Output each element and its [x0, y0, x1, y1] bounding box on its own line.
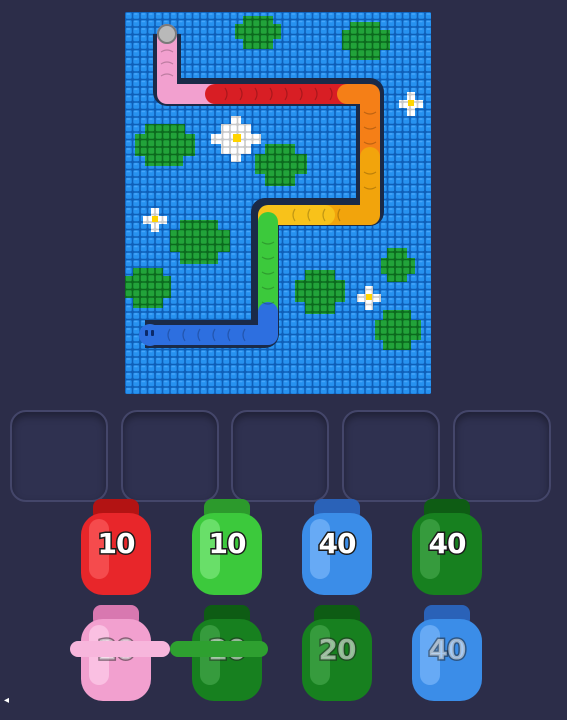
slot-1[interactable] [10, 410, 108, 502]
jar-red-10[interactable]: 10 [77, 499, 155, 595]
jar-count: 10 [207, 526, 248, 562]
jar-grid: 10 10 40 40 20 40 ◂ [0, 495, 567, 720]
jar-count: 40 [427, 526, 468, 562]
jar-green-10[interactable]: 10 [188, 499, 266, 595]
snake-head[interactable] [139, 324, 161, 346]
jar-count: 10 [96, 526, 137, 562]
slot-4[interactable] [342, 410, 440, 502]
slot-3[interactable] [231, 410, 329, 502]
jar-count: 40 [427, 632, 468, 668]
slot-5[interactable] [453, 410, 551, 502]
edge-marker: ◂ [4, 695, 10, 706]
puzzle-grid[interactable] [125, 12, 431, 394]
jar-count: 20 [317, 632, 358, 668]
snake-tail-cap [157, 24, 177, 44]
jar-blue-40[interactable]: 40 [298, 499, 376, 595]
jar-darkgreen-20[interactable]: 20 [298, 605, 376, 701]
holding-slots [10, 410, 551, 502]
jar-darkgreen-40[interactable]: 40 [408, 499, 486, 595]
jar-link-bar [70, 641, 268, 657]
jar-blue-40[interactable]: 40 [408, 605, 486, 701]
game-board[interactable] [125, 12, 431, 394]
jar-count: 40 [317, 526, 358, 562]
slot-2[interactable] [121, 410, 219, 502]
